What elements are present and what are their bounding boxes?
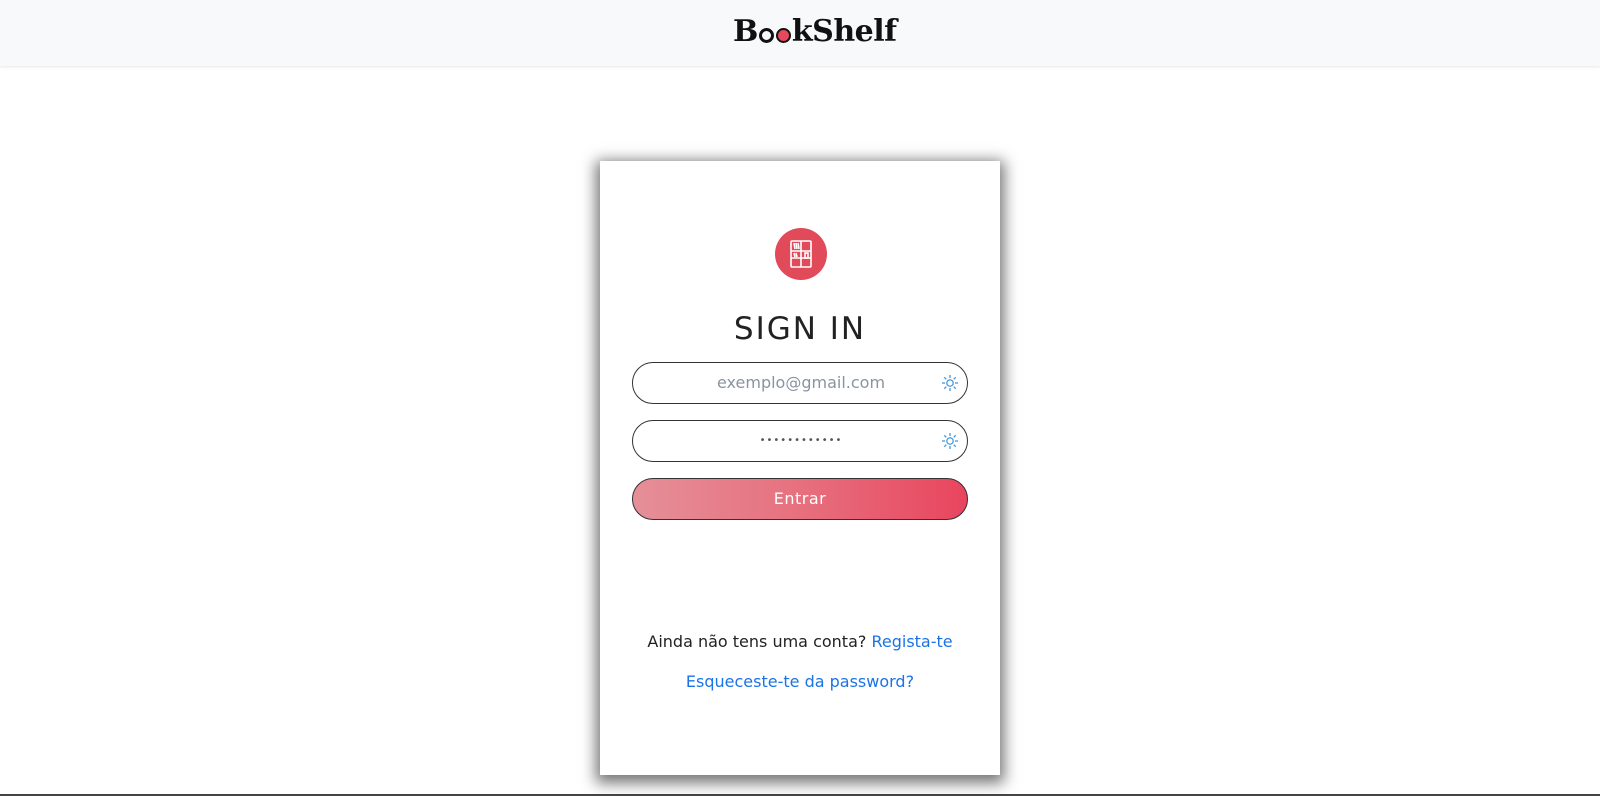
brand-basketball-icon xyxy=(775,28,791,43)
brand-letter-b: B xyxy=(733,13,758,49)
sign-in-card: SIGN IN exemplo@gmail.com •••••••••••• E… xyxy=(600,161,1000,775)
bookshelf-logo[interactable]: B k Shelf xyxy=(733,11,897,51)
register-prompt-text: Ainda não tens uma conta? xyxy=(647,632,867,651)
register-link[interactable]: Regista-te xyxy=(871,632,952,651)
password-field[interactable]: •••••••••••• xyxy=(632,420,968,462)
bookshelf-icon xyxy=(775,228,827,280)
page-title: SIGN IN xyxy=(733,311,867,347)
email-placeholder: exemplo@gmail.com xyxy=(716,373,886,392)
brand-o-ring xyxy=(758,28,774,43)
sparkle-icon xyxy=(942,375,958,391)
top-navbar: B k Shelf xyxy=(0,0,1600,66)
register-prompt-line: Ainda não tens uma conta? Regista-te xyxy=(600,632,1000,651)
email-field[interactable]: exemplo@gmail.com xyxy=(632,362,968,404)
password-masked-value: •••••••••••• xyxy=(759,435,843,446)
sign-in-button[interactable]: Entrar xyxy=(632,478,968,520)
brand-letter-k: k xyxy=(791,13,813,49)
forgot-password-line: Esqueceste-te da password? xyxy=(600,672,1000,691)
forgot-password-link[interactable]: Esqueceste-te da password? xyxy=(686,672,914,691)
brand-word-shelf: Shelf xyxy=(812,13,897,49)
sparkle-icon xyxy=(942,433,958,449)
